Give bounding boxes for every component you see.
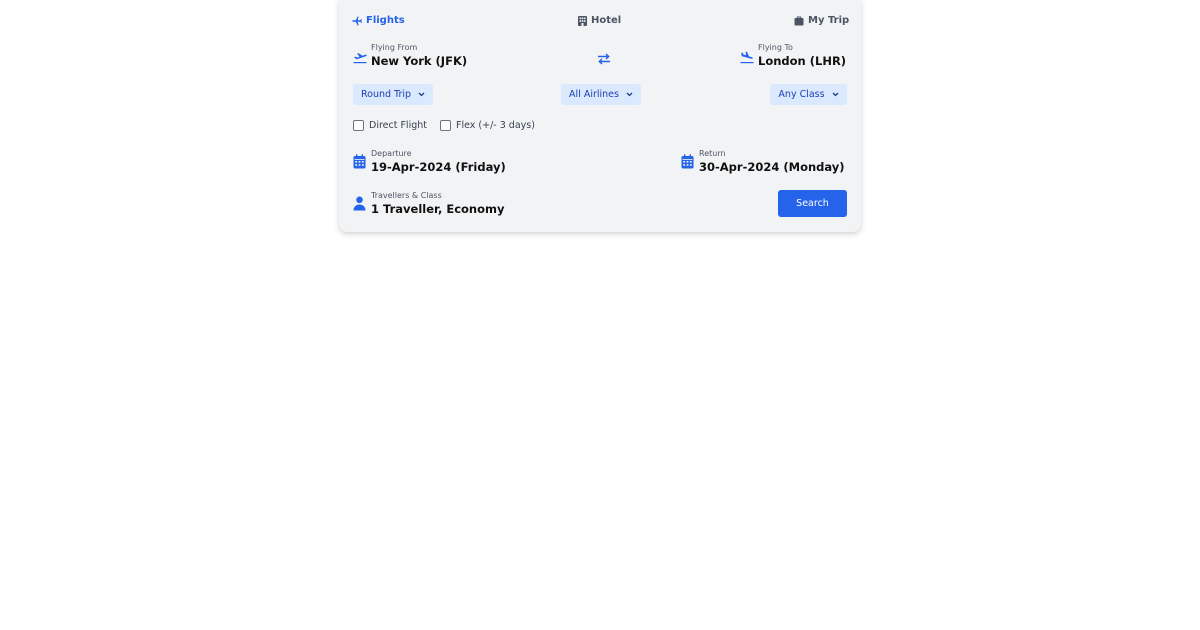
flight-search-card: Flights Hotel My Trip Flying From New Yo… [339, 0, 861, 232]
plane-icon [352, 16, 362, 26]
airlines-value: All Airlines [569, 89, 619, 100]
search-button[interactable]: Search [778, 190, 847, 217]
flying-from-label: Flying From [371, 43, 418, 52]
tab-flights[interactable]: Flights [352, 15, 405, 26]
plane-departure-icon [353, 49, 367, 68]
direct-flight-label: Direct Flight [369, 120, 427, 131]
cabin-class-value: Any Class [778, 89, 825, 100]
calendar-icon [681, 154, 694, 173]
flying-to-value[interactable]: London (LHR) [758, 54, 846, 68]
departure-date[interactable]: 19-Apr-2024 (Friday) [371, 160, 506, 174]
trip-type-select[interactable]: Round Trip [353, 84, 433, 105]
airlines-select[interactable]: All Airlines [561, 84, 641, 105]
flex-dates-option[interactable]: Flex (+/- 3 days) [440, 120, 535, 131]
user-icon [353, 196, 366, 215]
calendar-icon [353, 154, 366, 173]
building-icon [578, 15, 587, 26]
travellers-value[interactable]: 1 Traveller, Economy [371, 202, 505, 216]
plane-arrival-icon [740, 49, 754, 68]
swap-arrows-icon[interactable] [597, 50, 611, 69]
flex-dates-label: Flex (+/- 3 days) [456, 120, 535, 131]
chevron-down-icon [626, 89, 633, 100]
tab-flights-label: Flights [366, 15, 405, 26]
direct-flight-option[interactable]: Direct Flight [353, 120, 427, 131]
tab-hotel-label: Hotel [591, 15, 622, 26]
cabin-class-select[interactable]: Any Class [770, 84, 847, 105]
suitcase-icon [794, 16, 804, 26]
flying-from-value[interactable]: New York (JFK) [371, 54, 467, 68]
return-date[interactable]: 30-Apr-2024 (Monday) [699, 160, 845, 174]
chevron-down-icon [418, 89, 425, 100]
flex-dates-checkbox[interactable] [440, 120, 451, 131]
trip-type-value: Round Trip [360, 89, 412, 100]
tab-my-trip[interactable]: My Trip [794, 15, 849, 26]
flying-to-label: Flying To [758, 43, 793, 52]
travellers-label: Travellers & Class [371, 191, 442, 200]
tab-my-trip-label: My Trip [808, 15, 850, 26]
tab-hotel[interactable]: Hotel [578, 15, 621, 26]
chevron-down-icon [832, 89, 839, 100]
departure-label: Departure [371, 149, 412, 158]
return-label: Return [699, 149, 726, 158]
direct-flight-checkbox[interactable] [353, 120, 364, 131]
